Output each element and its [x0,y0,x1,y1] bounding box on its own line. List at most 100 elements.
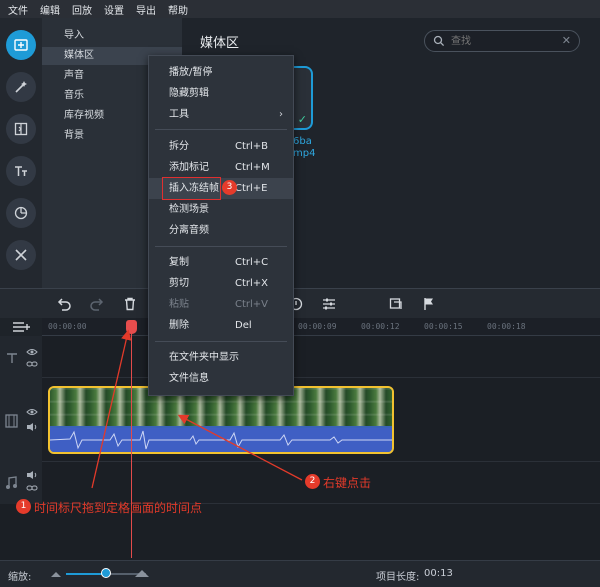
crop-frame-icon[interactable] [388,296,404,312]
volume-icon[interactable] [26,422,38,432]
title-track-header [0,336,42,378]
tool-strip [0,18,42,288]
eye-icon[interactable] [26,408,38,416]
adjust-sliders-icon[interactable] [321,296,337,312]
search-box[interactable]: ✕ [424,30,580,52]
menu-label: 在文件夹中显示 [169,352,239,363]
menu-settings[interactable]: 设置 [104,2,124,17]
submenu-arrow-icon: › [279,109,283,120]
flag-marker-icon[interactable] [421,296,437,312]
highlight-box [162,177,221,200]
menu-label: 删除 [169,320,189,331]
menu-export[interactable]: 导出 [136,2,156,17]
menu-hide-clip[interactable]: 隐藏剪辑 [149,83,293,104]
menu-help[interactable]: 帮助 [168,2,188,17]
music-note-icon [6,476,17,489]
menu-shortcut: Ctrl+E [235,183,268,194]
video-clip[interactable] [48,386,394,454]
undo-icon[interactable] [56,296,72,312]
menu-delete[interactable]: 删除 Del [149,315,293,336]
menu-detach-audio[interactable]: 分离音频 [149,220,293,241]
menu-add-marker[interactable]: 添加标记 Ctrl+M [149,157,293,178]
title-track[interactable] [0,336,600,378]
search-icon [433,35,445,47]
menu-cut[interactable]: 剪切 Ctrl+X [149,273,293,294]
menu-edit[interactable]: 编辑 [40,2,60,17]
menu-label: 拆分 [169,141,189,152]
menu-copy[interactable]: 复制 Ctrl+C [149,252,293,273]
menu-detect-scenes[interactable]: 检测场景 [149,199,293,220]
project-length-value: 00:13 [424,568,453,579]
redo-icon[interactable] [89,296,105,312]
titles-icon [15,166,27,176]
menu-show-in-folder[interactable]: 在文件夹中显示 [149,347,293,368]
menu-split[interactable]: 拆分 Ctrl+B [149,136,293,157]
menu-label: 文件信息 [169,373,209,384]
video-track-icon [5,414,18,428]
ruler-tick: 00:00:00 [48,322,87,331]
menu-file-info[interactable]: 文件信息 [149,368,293,389]
clip-audio-waveform [50,428,392,452]
stickers-button[interactable] [6,198,36,228]
timeline-toolbar [0,288,600,318]
video-track-header [0,378,42,462]
menu-label: 粘贴 [169,299,189,310]
link-icon[interactable] [26,360,38,368]
step2-annotation: 右键点击 [323,476,372,490]
menu-label: 隐藏剪辑 [169,88,209,99]
step1-annotation: 时间标尺拖到定格画面的时间点 [34,501,203,515]
menu-divider [155,246,287,247]
trash-icon[interactable] [122,296,138,312]
more-tools-button[interactable] [6,240,36,270]
step2-badge: 2 [305,474,320,489]
category-import[interactable]: 导入 [42,27,182,45]
ruler-tick: 00:00:15 [424,322,463,331]
menu-label: 添加标记 [169,162,209,173]
menu-shortcut: Ctrl+B [235,141,269,152]
search-input[interactable] [451,34,551,48]
zoom-in-icon[interactable] [134,568,150,578]
file-name-line1: 6ba [293,136,312,147]
menu-shortcut: Ctrl+C [235,257,269,268]
clear-search-icon[interactable]: ✕ [562,34,571,47]
menu-shortcut: Ctrl+X [235,278,269,289]
step1-badge: 1 [16,499,31,514]
status-bar: 缩放: 项目长度: 00:13 [0,560,600,587]
audio-track[interactable] [0,462,600,504]
text-track-icon [7,353,17,363]
magic-wand-icon [15,81,27,93]
import-icon [14,39,28,51]
menu-label: 分离音频 [169,225,209,236]
menu-label: 播放/暂停 [169,67,213,78]
playhead-line [131,330,132,558]
audio-track-header [0,462,42,504]
menu-label: 工具 [169,109,189,120]
transitions-icon [14,122,28,136]
link-icon[interactable] [26,484,38,492]
menu-play-pause[interactable]: 播放/暂停 [149,62,293,83]
zoom-slider-fill [66,573,106,575]
waveform-graphic [50,430,392,450]
volume-icon[interactable] [26,470,38,480]
zoom-label: 缩放: [8,572,32,583]
zoom-out-icon[interactable] [50,570,62,578]
ruler-tick: 00:00:18 [487,322,526,331]
transitions-button[interactable] [6,114,36,144]
titles-button[interactable] [6,156,36,186]
eye-icon[interactable] [26,348,38,356]
menu-label: 剪切 [169,278,189,289]
playhead-handle[interactable] [126,320,137,334]
filters-button[interactable] [6,72,36,102]
add-track-icon[interactable] [12,320,32,334]
menu-paste[interactable]: 粘贴 Ctrl+V [149,294,293,315]
import-button[interactable] [6,30,36,60]
menu-shortcut: Ctrl+V [235,299,269,310]
menu-tools[interactable]: 工具 › [149,104,293,125]
menu-file[interactable]: 文件 [8,2,28,17]
media-title: 媒体区 [200,36,240,51]
menu-divider [155,129,287,130]
menu-playback[interactable]: 回放 [72,2,92,17]
menu-divider [155,341,287,342]
zoom-slider-handle[interactable] [101,568,111,578]
tools-icon [15,249,27,261]
